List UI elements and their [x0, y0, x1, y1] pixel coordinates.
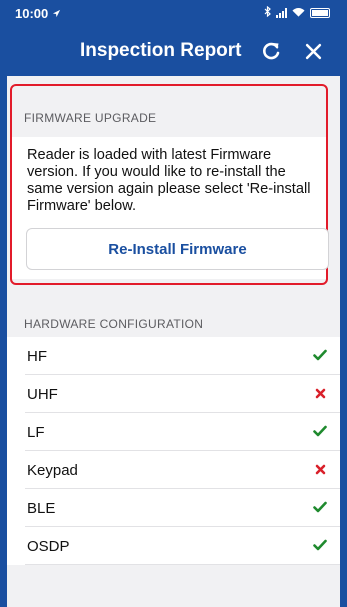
title-row: Inspection Report [7, 26, 340, 76]
clock: 10:00 [15, 5, 49, 21]
wifi-icon [292, 7, 305, 20]
bluetooth-icon [264, 5, 271, 20]
hardware-row-lf: LF [7, 413, 340, 451]
hardware-row-keypad: Keypad [7, 451, 340, 489]
hardware-row-ble: BLE [7, 489, 340, 527]
checkmark-icon [310, 424, 330, 441]
hardware-item-name: Keypad [27, 461, 78, 479]
status-bar: 10:00 [7, 0, 340, 26]
close-icon [305, 43, 321, 59]
cross-icon [310, 386, 330, 403]
checkmark-icon [310, 348, 330, 365]
header-bar: 10:00 Inspection Report [7, 0, 340, 76]
hardware-row-hf: HF [7, 337, 340, 375]
hardware-item-name: HF [27, 347, 47, 365]
battery-icon [310, 8, 330, 18]
status-right [264, 5, 330, 20]
close-button[interactable] [296, 34, 330, 68]
refresh-icon [263, 42, 280, 60]
page-title: Inspection Report [80, 40, 242, 61]
hardware-list: HF UHF LF Keypad BLE OSDP [7, 337, 340, 565]
app-screen: 10:00 Inspection Report FIRMWARE UPGRADE… [7, 0, 340, 607]
checkmark-icon [310, 500, 330, 517]
location-arrow-icon [52, 6, 61, 21]
hardware-row-uhf: UHF [7, 375, 340, 413]
hardware-section-label: HARDWARE CONFIGURATION [24, 317, 204, 331]
hardware-item-name: UHF [27, 385, 58, 403]
hardware-item-name: BLE [27, 499, 56, 517]
cross-icon [310, 462, 330, 479]
firmware-message: Reader is loaded with latest Firmware ve… [27, 147, 311, 214]
checkmark-icon [310, 538, 330, 555]
status-left: 10:00 [15, 6, 61, 21]
reinstall-firmware-button[interactable]: Re-Install Firmware [26, 228, 329, 270]
hardware-item-name: OSDP [27, 537, 70, 555]
firmware-section-label: FIRMWARE UPGRADE [24, 111, 157, 125]
signal-icon [276, 8, 287, 18]
refresh-button[interactable] [254, 34, 288, 68]
hardware-item-name: LF [27, 423, 45, 441]
hardware-row-osdp: OSDP [7, 527, 340, 565]
